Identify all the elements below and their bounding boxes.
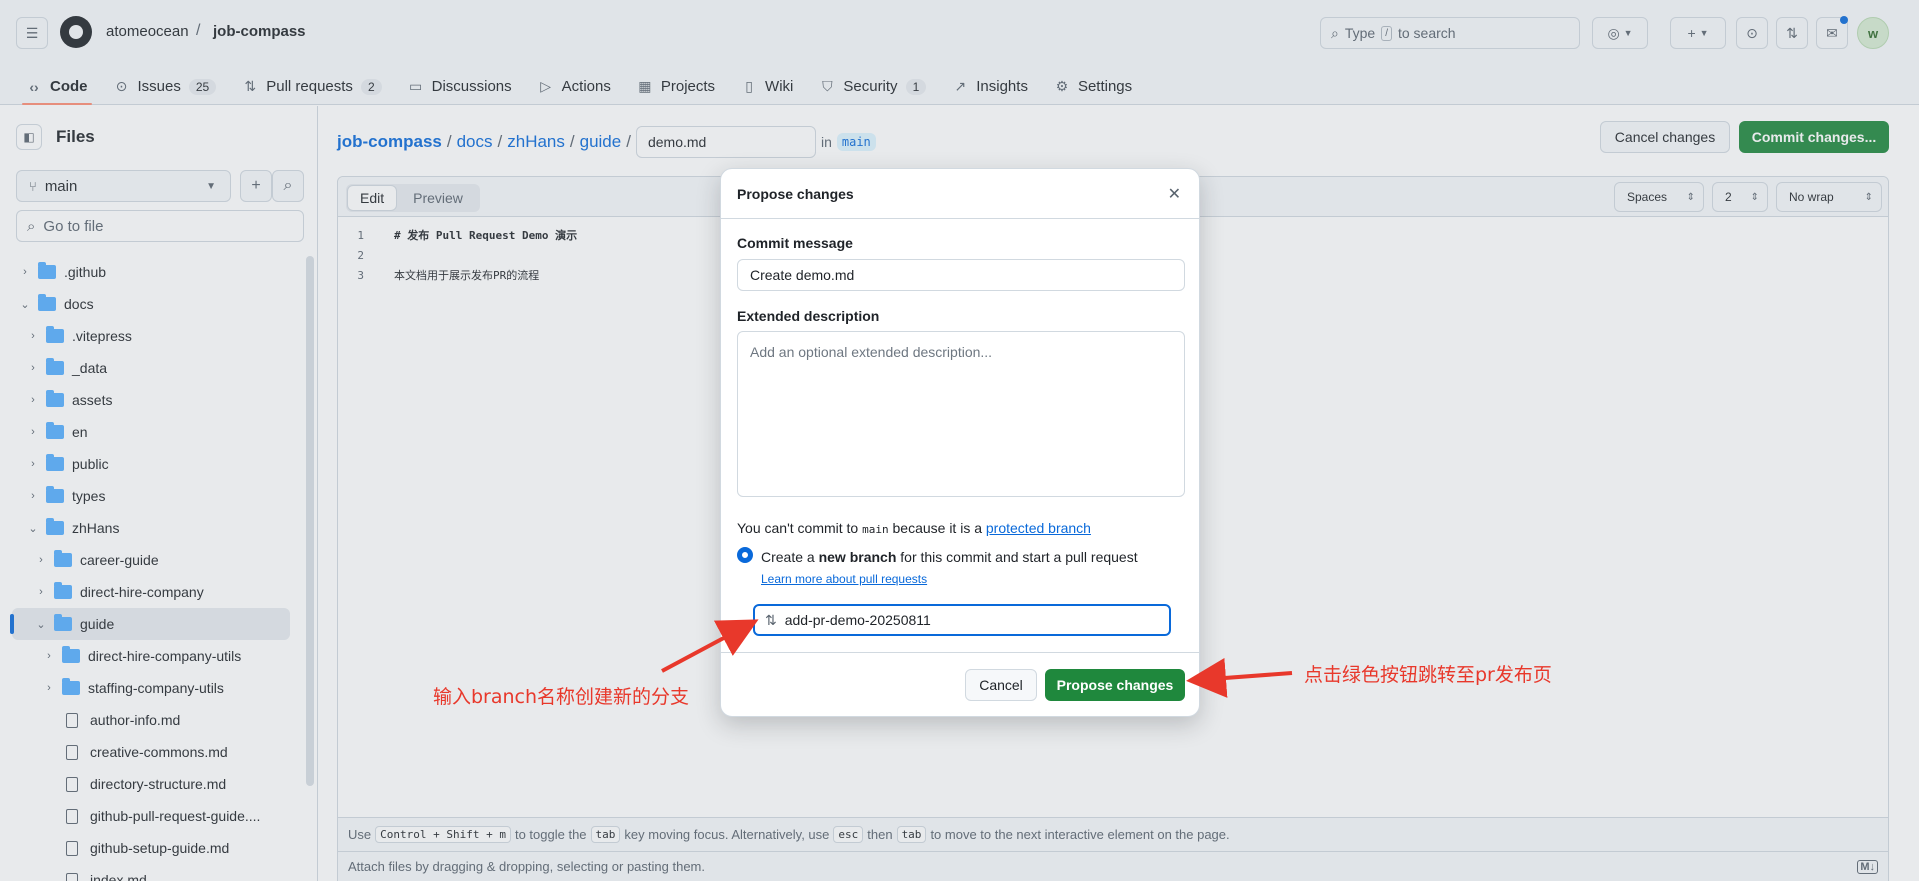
propose-changes-dialog: Propose changes ✕ Commit message Create … [720,168,1200,717]
dialog-footer: Cancel Propose changes [721,652,1199,716]
dialog-header: Propose changes ✕ [721,169,1199,219]
cancel-button[interactable]: Cancel [965,669,1037,701]
propose-changes-button[interactable]: Propose changes [1045,669,1185,701]
new-branch-option-label: Create a new branch for this commit and … [761,549,1138,565]
protected-branch-link[interactable]: protected branch [986,520,1091,536]
branch-name-value: add-pr-demo-20250811 [784,612,931,628]
new-branch-radio[interactable] [737,547,753,563]
pull-request-icon: ⇅ [765,611,777,628]
protected-branch-note: You can't commit to main because it is a… [737,520,1091,536]
close-icon[interactable]: ✕ [1168,184,1181,204]
dialog-title: Propose changes [737,185,854,202]
new-branch-name-input[interactable]: ⇅ add-pr-demo-20250811 [753,604,1171,636]
annotation-right: 点击绿色按钮跳转至pr发布页 [1304,664,1552,686]
annotation-left: 输入branch名称创建新的分支 [433,686,690,708]
commit-message-label: Commit message [737,235,853,251]
learn-more-link[interactable]: Learn more about pull requests [761,572,927,586]
extended-description-textarea[interactable]: Add an optional extended description... [737,331,1185,497]
extended-description-label: Extended description [737,308,880,324]
commit-message-input[interactable]: Create demo.md [737,259,1185,291]
